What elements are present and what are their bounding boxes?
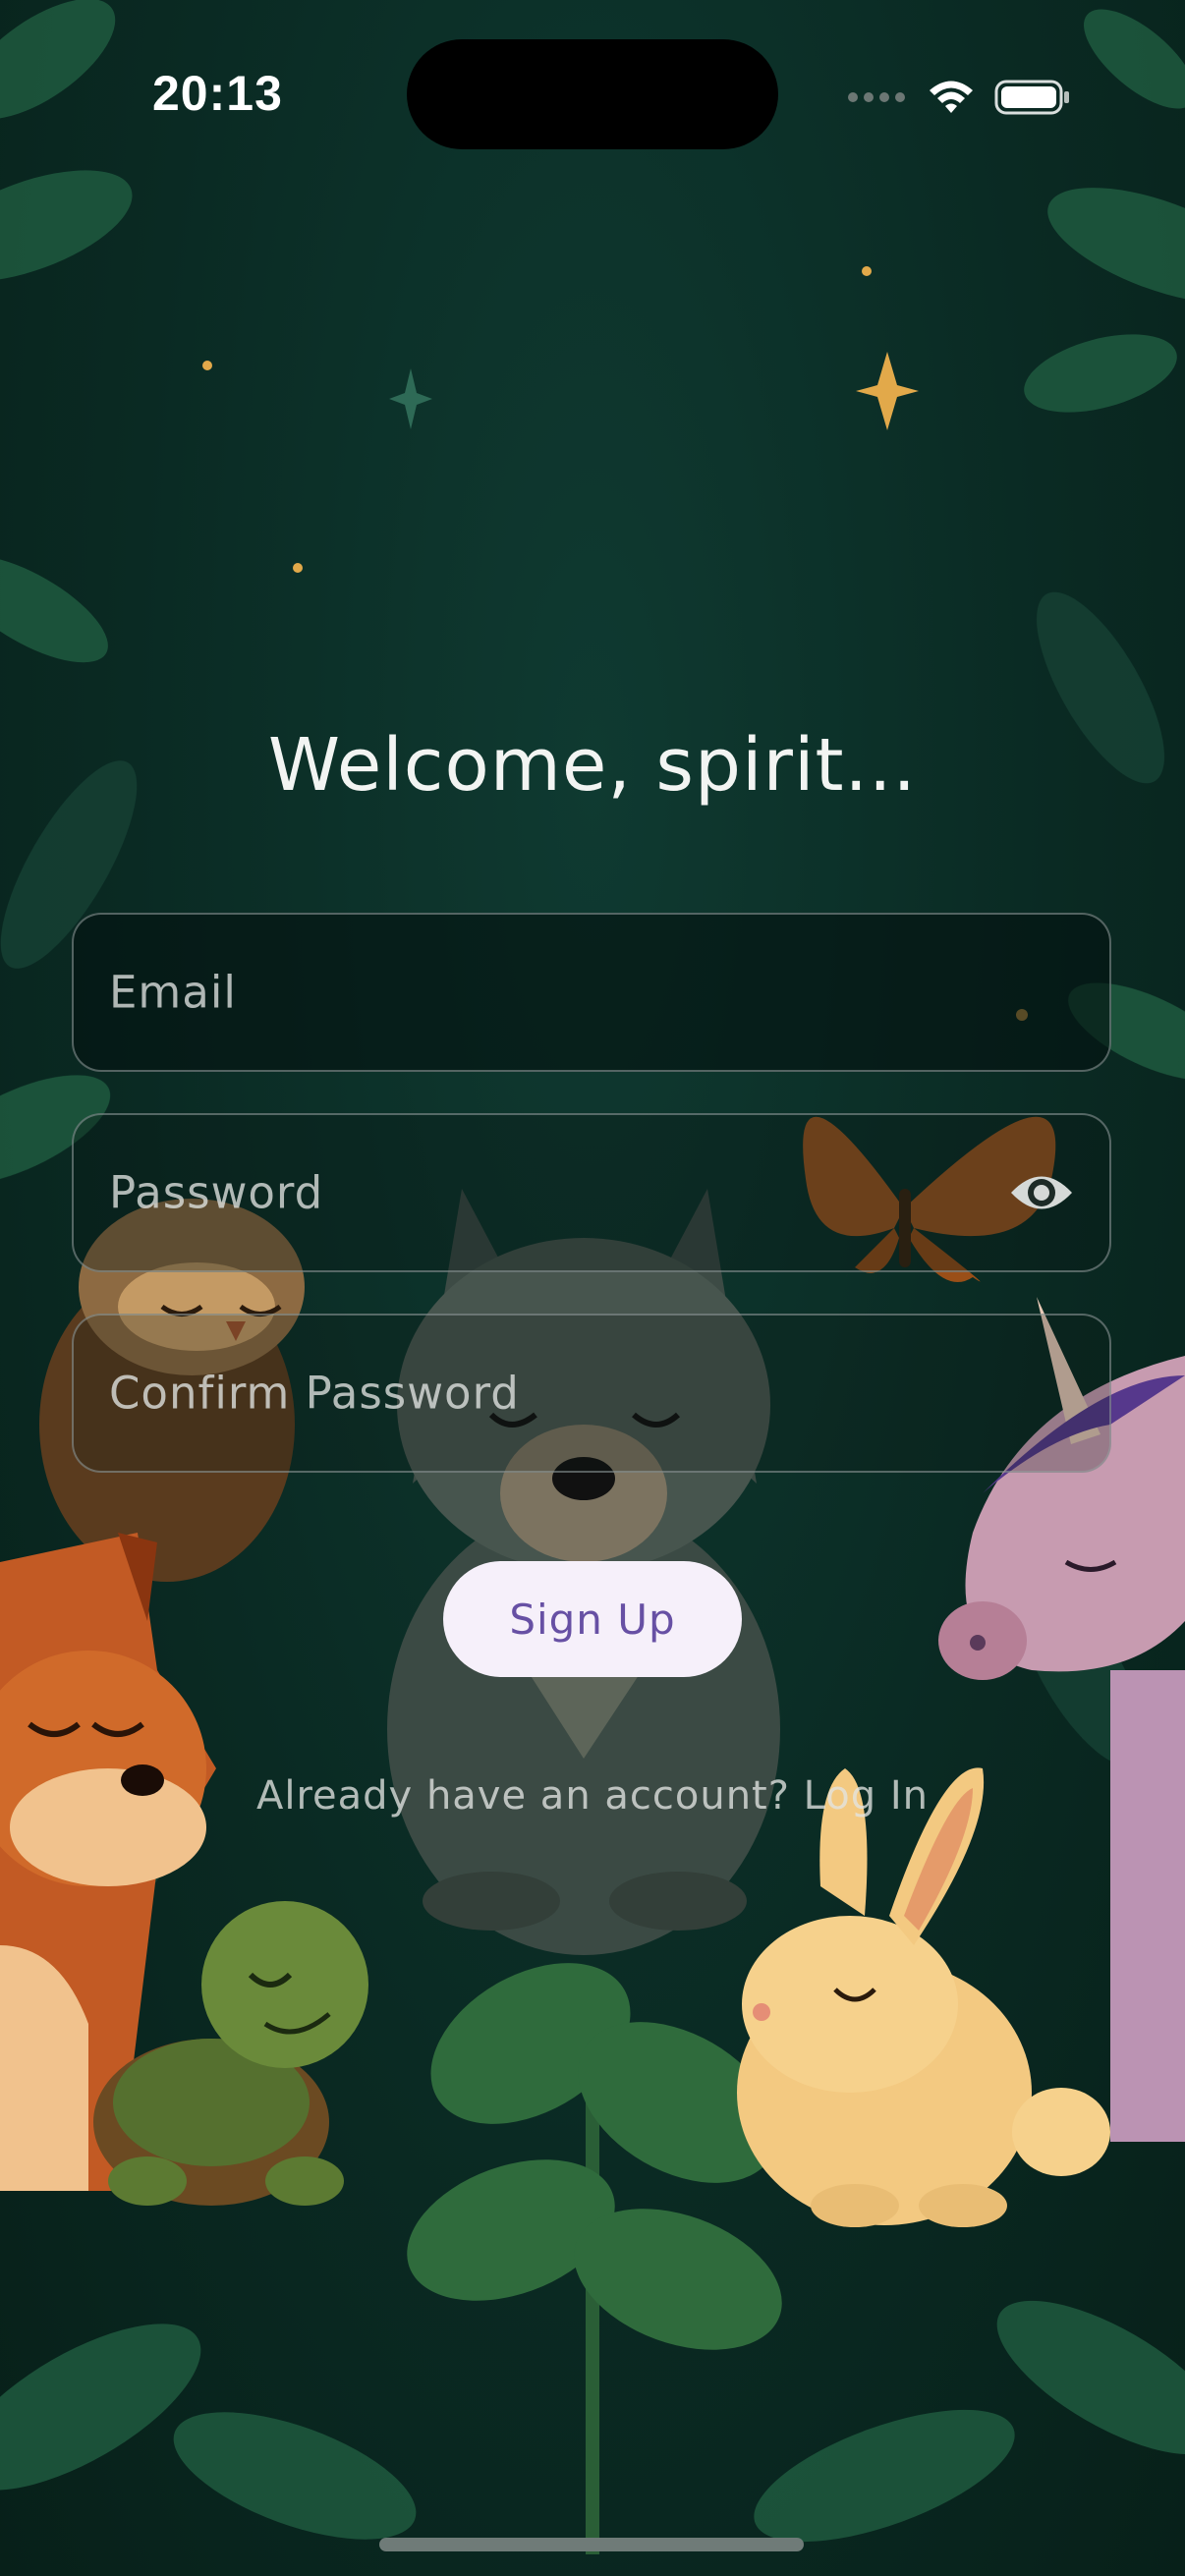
- welcome-title: Welcome, spirit...: [267, 723, 918, 808]
- home-indicator[interactable]: [379, 2538, 804, 2551]
- confirm-password-field[interactable]: Confirm Password: [72, 1314, 1111, 1473]
- eye-icon[interactable]: [1007, 1158, 1076, 1227]
- plant-decoration: [407, 1963, 782, 2554]
- forest-animals-illustration: [0, 0, 1185, 2554]
- login-link[interactable]: Already have an account? Log In: [0, 1773, 1185, 1819]
- cellular-dots-icon: [848, 92, 905, 102]
- sign-up-button[interactable]: Sign Up: [443, 1561, 742, 1677]
- battery-icon: [994, 80, 1069, 115]
- email-placeholder: Email: [109, 966, 237, 1019]
- stars-decoration: [202, 266, 1028, 1021]
- dynamic-island: [407, 39, 778, 149]
- email-field[interactable]: Email: [72, 913, 1111, 1072]
- confirm-password-placeholder: Confirm Password: [109, 1367, 520, 1420]
- status-time: 20:13: [152, 66, 283, 121]
- status-icons: [847, 73, 1071, 122]
- signup-screen: 20:13 Welcome, spirit... Email Password …: [0, 0, 1185, 2576]
- password-placeholder: Password: [109, 1166, 324, 1219]
- wifi-icon: [930, 81, 973, 113]
- rabbit-illustration: [737, 1767, 1110, 2227]
- password-field[interactable]: Password: [72, 1113, 1111, 1272]
